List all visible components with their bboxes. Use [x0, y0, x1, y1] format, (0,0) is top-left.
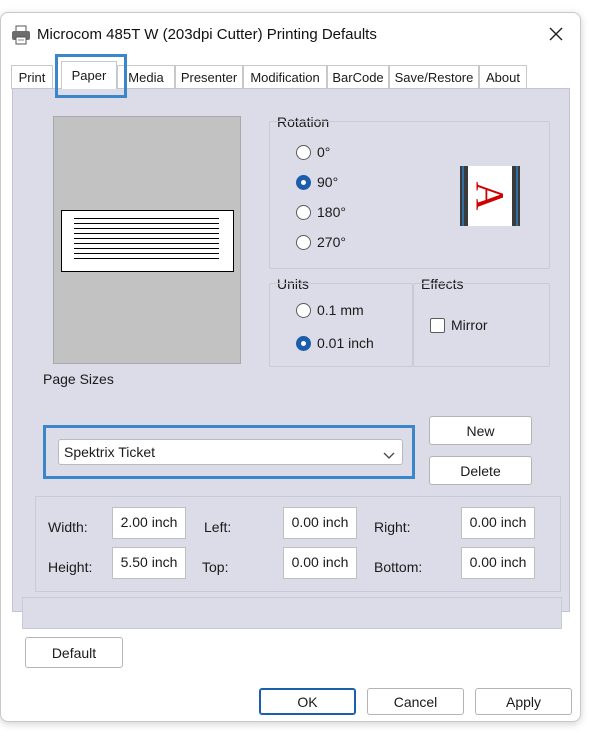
- radio-circle-selected: [296, 174, 311, 190]
- right-margin-field[interactable]: 0.00 inch: [461, 507, 535, 539]
- preview-line: [74, 248, 219, 249]
- tab-paper[interactable]: Paper: [61, 61, 117, 89]
- preview-line: [74, 233, 219, 234]
- width-field[interactable]: 2.00 inch: [112, 507, 186, 539]
- width-label: Width:: [48, 519, 88, 535]
- radio-circle: [296, 204, 311, 220]
- rotation-90-radio[interactable]: 90°: [296, 174, 338, 190]
- preview-line: [74, 243, 219, 244]
- rotation-0-radio[interactable]: 0°: [296, 144, 330, 160]
- tab-about[interactable]: About: [479, 65, 527, 89]
- units-inch-label: 0.01 inch: [317, 335, 374, 351]
- close-button[interactable]: [538, 21, 574, 49]
- radio-circle: [296, 302, 311, 318]
- delete-page-size-button[interactable]: Delete: [429, 456, 532, 485]
- bottom-margin-field[interactable]: 0.00 inch: [461, 547, 535, 579]
- radio-circle-selected: [296, 335, 311, 351]
- tab-modification[interactable]: Modification: [243, 65, 327, 89]
- page-size-select-highlight: Spektrix Ticket: [43, 425, 415, 479]
- preview-line: [74, 218, 219, 219]
- preview-line: [74, 223, 219, 224]
- right-margin-label: Right:: [374, 519, 411, 535]
- rotation-90-label: 90°: [317, 174, 339, 190]
- preview-line: [74, 238, 219, 239]
- tab-save-restore[interactable]: Save/Restore: [389, 65, 479, 89]
- top-margin-label: Top:: [202, 559, 229, 575]
- rotation-270-radio[interactable]: 270°: [296, 234, 346, 250]
- left-margin-field[interactable]: 0.00 inch: [283, 507, 357, 539]
- mirror-checkbox[interactable]: Mirror: [430, 317, 488, 333]
- rotated-letter: A: [468, 182, 513, 211]
- status-area: [22, 597, 562, 629]
- paper-preview: [53, 116, 241, 364]
- units-mm-radio[interactable]: 0.1 mm: [296, 302, 364, 318]
- top-margin-field[interactable]: 0.00 inch: [283, 547, 357, 579]
- radio-circle: [296, 234, 311, 250]
- default-button[interactable]: Default: [25, 637, 123, 668]
- printing-defaults-dialog: Microcom 485T W (203dpi Cutter) Printing…: [0, 12, 581, 722]
- page-size-select[interactable]: Spektrix Ticket: [58, 439, 403, 465]
- ticket-preview: [61, 210, 234, 272]
- printer-icon: [11, 25, 31, 45]
- chevron-down-icon: [383, 447, 395, 463]
- rotation-180-radio[interactable]: 180°: [296, 204, 346, 220]
- units-inch-radio[interactable]: 0.01 inch: [296, 335, 374, 351]
- units-group: [269, 283, 413, 367]
- ok-button[interactable]: OK: [259, 688, 356, 715]
- tab-print[interactable]: Print: [11, 65, 53, 89]
- radio-circle: [296, 144, 311, 160]
- window-title: Microcom 485T W (203dpi Cutter) Printing…: [37, 26, 377, 43]
- height-field[interactable]: 5.50 inch: [112, 547, 186, 579]
- page-sizes-label: Page Sizes: [43, 371, 114, 387]
- bottom-margin-label: Bottom:: [374, 559, 423, 575]
- rotation-0-label: 0°: [317, 144, 331, 160]
- rotation-180-label: 180°: [317, 204, 346, 220]
- cancel-button[interactable]: Cancel: [367, 688, 464, 715]
- preview-line: [74, 253, 219, 254]
- paper-tab-panel: Rotation 0° 90° 180° 270° A Units 0.1 mm…: [12, 88, 570, 629]
- title-bar: Microcom 485T W (203dpi Cutter) Printing…: [1, 13, 580, 57]
- rotation-preview-icon: A: [460, 166, 520, 226]
- tab-presenter[interactable]: Presenter: [175, 65, 243, 89]
- preview-line: [74, 228, 219, 229]
- left-margin-label: Left:: [204, 519, 232, 535]
- height-label: Height:: [48, 559, 93, 575]
- preview-line: [74, 258, 219, 259]
- tab-media[interactable]: Media: [117, 65, 175, 89]
- rotation-270-label: 270°: [317, 234, 346, 250]
- tab-barcode[interactable]: BarCode: [327, 65, 389, 89]
- new-page-size-button[interactable]: New: [429, 416, 532, 445]
- checkbox-box: [430, 317, 445, 333]
- page-size-selected-value: Spektrix Ticket: [64, 444, 156, 460]
- units-mm-label: 0.1 mm: [317, 302, 364, 318]
- mirror-label: Mirror: [451, 317, 488, 333]
- close-icon: [549, 27, 563, 44]
- apply-button[interactable]: Apply: [475, 688, 572, 715]
